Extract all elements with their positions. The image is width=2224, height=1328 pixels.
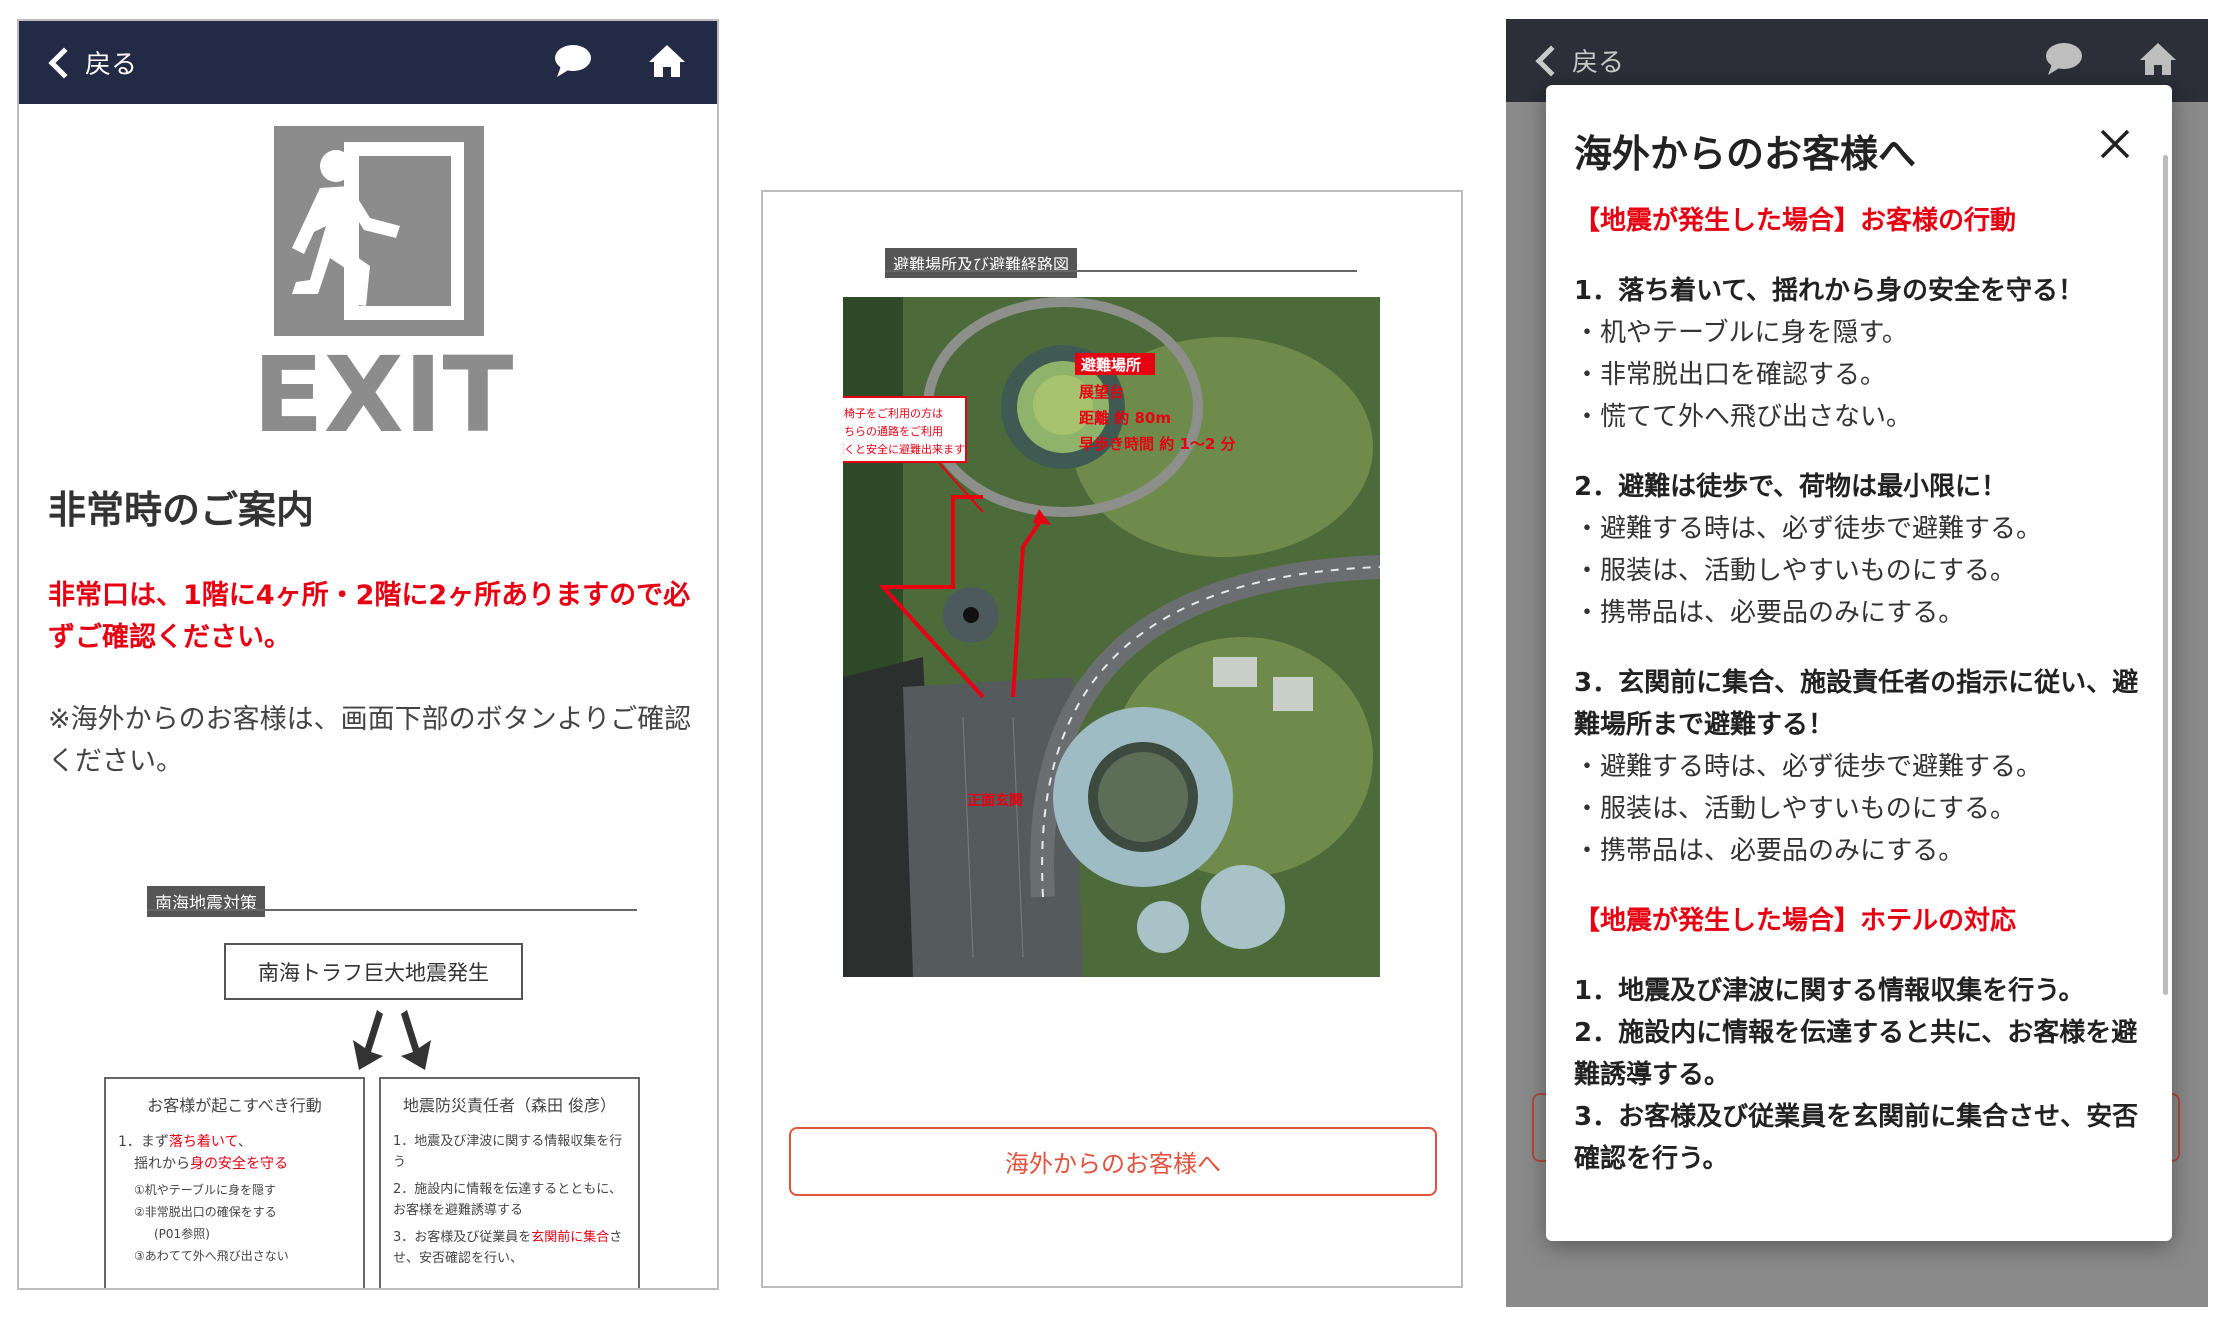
guest-action-1: 1．落ち着いて、揺れから身の安全を守る！ (1574, 276, 2085, 306)
back-label: 戻る (1572, 48, 1625, 78)
chevron-left-icon (48, 46, 80, 79)
guest-action-2-detail: ・服装は、活動しやすいものにする。 (1574, 556, 2017, 586)
divider (147, 909, 637, 911)
guest-action-2-detail: ・携帯品は、必要品のみにする。 (1574, 598, 1965, 628)
wheelchair-note-2: こちらの通路をご利用 (843, 424, 943, 438)
card-sub: ③あわてて外へ飛び出さない (134, 1249, 289, 1263)
card-sub: ①机やテーブルに身を隠す (134, 1183, 277, 1197)
chat-bubble-icon[interactable] (2042, 37, 2086, 81)
back-label: 戻る (85, 50, 138, 80)
guest-action-3-detail: ・避難する時は、必ず徒歩で避難する。 (1574, 752, 2043, 782)
earthquake-box: 南海トラフ巨大地震発生 (224, 943, 523, 1000)
manager-action-card: 地震防災責任者（森田 俊彦） 1．地震及び津波に関する情報収集を行う 2．施設内… (379, 1077, 640, 1288)
card-line: 1．まず落ち着いて、 (118, 1134, 252, 1150)
map-label-distance: 距離 約 80m (1079, 409, 1171, 427)
divider (885, 270, 1357, 272)
card-sub: ②非常脱出口の確保をする (134, 1205, 277, 1219)
back-button[interactable]: 戻る (48, 44, 138, 81)
modal-body: 【地震が発生した場合】お客様の行動 1．落ち着いて、揺れから身の安全を守る！ ・… (1574, 200, 2154, 1180)
wheelchair-note-1: 車椅子をご利用の方は (843, 406, 943, 420)
map-label-tower: 展望台 (1079, 383, 1124, 401)
card-header: 地震防災責任者（森田 俊彦） (402, 1096, 617, 1115)
exit-word: EXIT (238, 334, 528, 456)
top-navbar: 戻る (19, 21, 717, 104)
guest-action-3-detail: ・携帯品は、必要品のみにする。 (1574, 836, 1965, 866)
back-button[interactable]: 戻る (1535, 42, 1625, 79)
exit-notice: 非常口は、1階に4ヶ所・2階に2ヶ所ありますので必ずご確認ください。 (48, 580, 691, 653)
hotel-action-1: 1．地震及び津波に関する情報収集を行う。 (1574, 976, 2085, 1006)
page-title: 非常時のご案内 (48, 488, 315, 532)
foreign-guests-modal-screen: 戻る 海外からのお客様へ 【地震が発生した場合】お客様の行動 1．落ち着いて、揺… (1506, 19, 2208, 1307)
map-label-evacuation-site: 避難場所 (1081, 356, 1141, 374)
guest-action-2: 2．避難は徒歩で、荷物は最小限に！ (1574, 472, 2008, 502)
home-icon[interactable] (645, 39, 689, 83)
home-icon[interactable] (2136, 37, 2180, 81)
exit-sign-icon (274, 126, 484, 336)
guest-action-3-detail: ・服装は、活動しやすいものにする。 (1574, 794, 2017, 824)
guest-action-card: お客様が起こすべき行動 1．まず落ち着いて、 揺れから身の安全を守る ①机やテー… (104, 1077, 365, 1288)
hotel-action-2: 2．施設内に情報を伝達すると共に、お客様を避難誘導する。 (1574, 1018, 2138, 1090)
doc-section-tag: 避難場所及び避難経路図 (885, 248, 1078, 278)
wheelchair-note-3: 頂くと安全に避難出来ます (843, 442, 965, 456)
section-heading-guest-actions: 【地震が発生した場合】お客様の行動 (1574, 206, 2017, 236)
map-label-entrance: 正面玄関 (967, 792, 1023, 809)
scrollbar[interactable] (2163, 155, 2168, 995)
chevron-left-icon (1535, 44, 1567, 77)
foreign-guests-button[interactable]: 海外からのお客様へ (789, 1127, 1437, 1196)
hotel-action-3: 3．お客様及び従業員を玄関前に集合させ、安否確認を行う。 (1574, 1102, 2139, 1174)
guest-action-3: 3．玄関前に集合、施設責任者の指示に従い、避難場所まで避難する！ (1574, 668, 2139, 740)
map-label-time: 早歩き時間 約 1～2 分 (1079, 435, 1236, 453)
exit-text: EXIT (253, 341, 514, 441)
evacuation-map-screen: 避難場所及び避難経路図 車椅子をご利用の方は こちらの通路をご利用 頂くと安全に… (761, 190, 1463, 1288)
guest-action-1-detail: ・机やテーブルに身を隠す。 (1574, 318, 1908, 348)
card-line: 1．地震及び津波に関する情報収集を行う (393, 1134, 623, 1170)
doc-section-tag: 南海地震対策 (147, 886, 265, 917)
card-line: 2．施設内に情報を伝達するとともに、お客様を避難誘導する (393, 1182, 622, 1218)
guest-action-1-detail: ・慌てて外へ飛び出さない。 (1574, 402, 1913, 432)
card-line: 3．お客様及び従業員を玄関前に集合させ、安否確認を行い、 (393, 1230, 623, 1266)
card-sub: (P01参照) (154, 1227, 210, 1241)
card-line: 揺れから身の安全を守る (134, 1156, 288, 1172)
section-heading-hotel-response: 【地震が発生した場合】ホテルの対応 (1574, 906, 2017, 936)
emergency-guide-screen: 戻る EXIT 非常時のご案内 非常口は、1階に4ヶ所・2階に2ヶ所ありますので… (17, 19, 719, 1290)
foreign-guest-note: ※海外からのお客様は、画面下部のボタンよりご確認ください。 (48, 704, 692, 777)
modal-title: 海外からのお客様へ (1574, 132, 1917, 176)
foreign-guests-modal: 海外からのお客様へ 【地震が発生した場合】お客様の行動 1．落ち着いて、揺れから… (1546, 85, 2172, 1241)
chat-bubble-icon[interactable] (551, 39, 595, 83)
close-icon[interactable] (2098, 127, 2132, 161)
down-arrows-icon (353, 1010, 431, 1070)
guest-action-1-detail: ・非常脱出口を確認する。 (1574, 360, 1887, 390)
evacuation-route-map: 車椅子をご利用の方は こちらの通路をご利用 頂くと安全に避難出来ます 避難場所 … (843, 297, 1380, 977)
guest-action-2-detail: ・避難する時は、必ず徒歩で避難する。 (1574, 514, 2043, 544)
card-header: お客様が起こすべき行動 (147, 1096, 322, 1115)
